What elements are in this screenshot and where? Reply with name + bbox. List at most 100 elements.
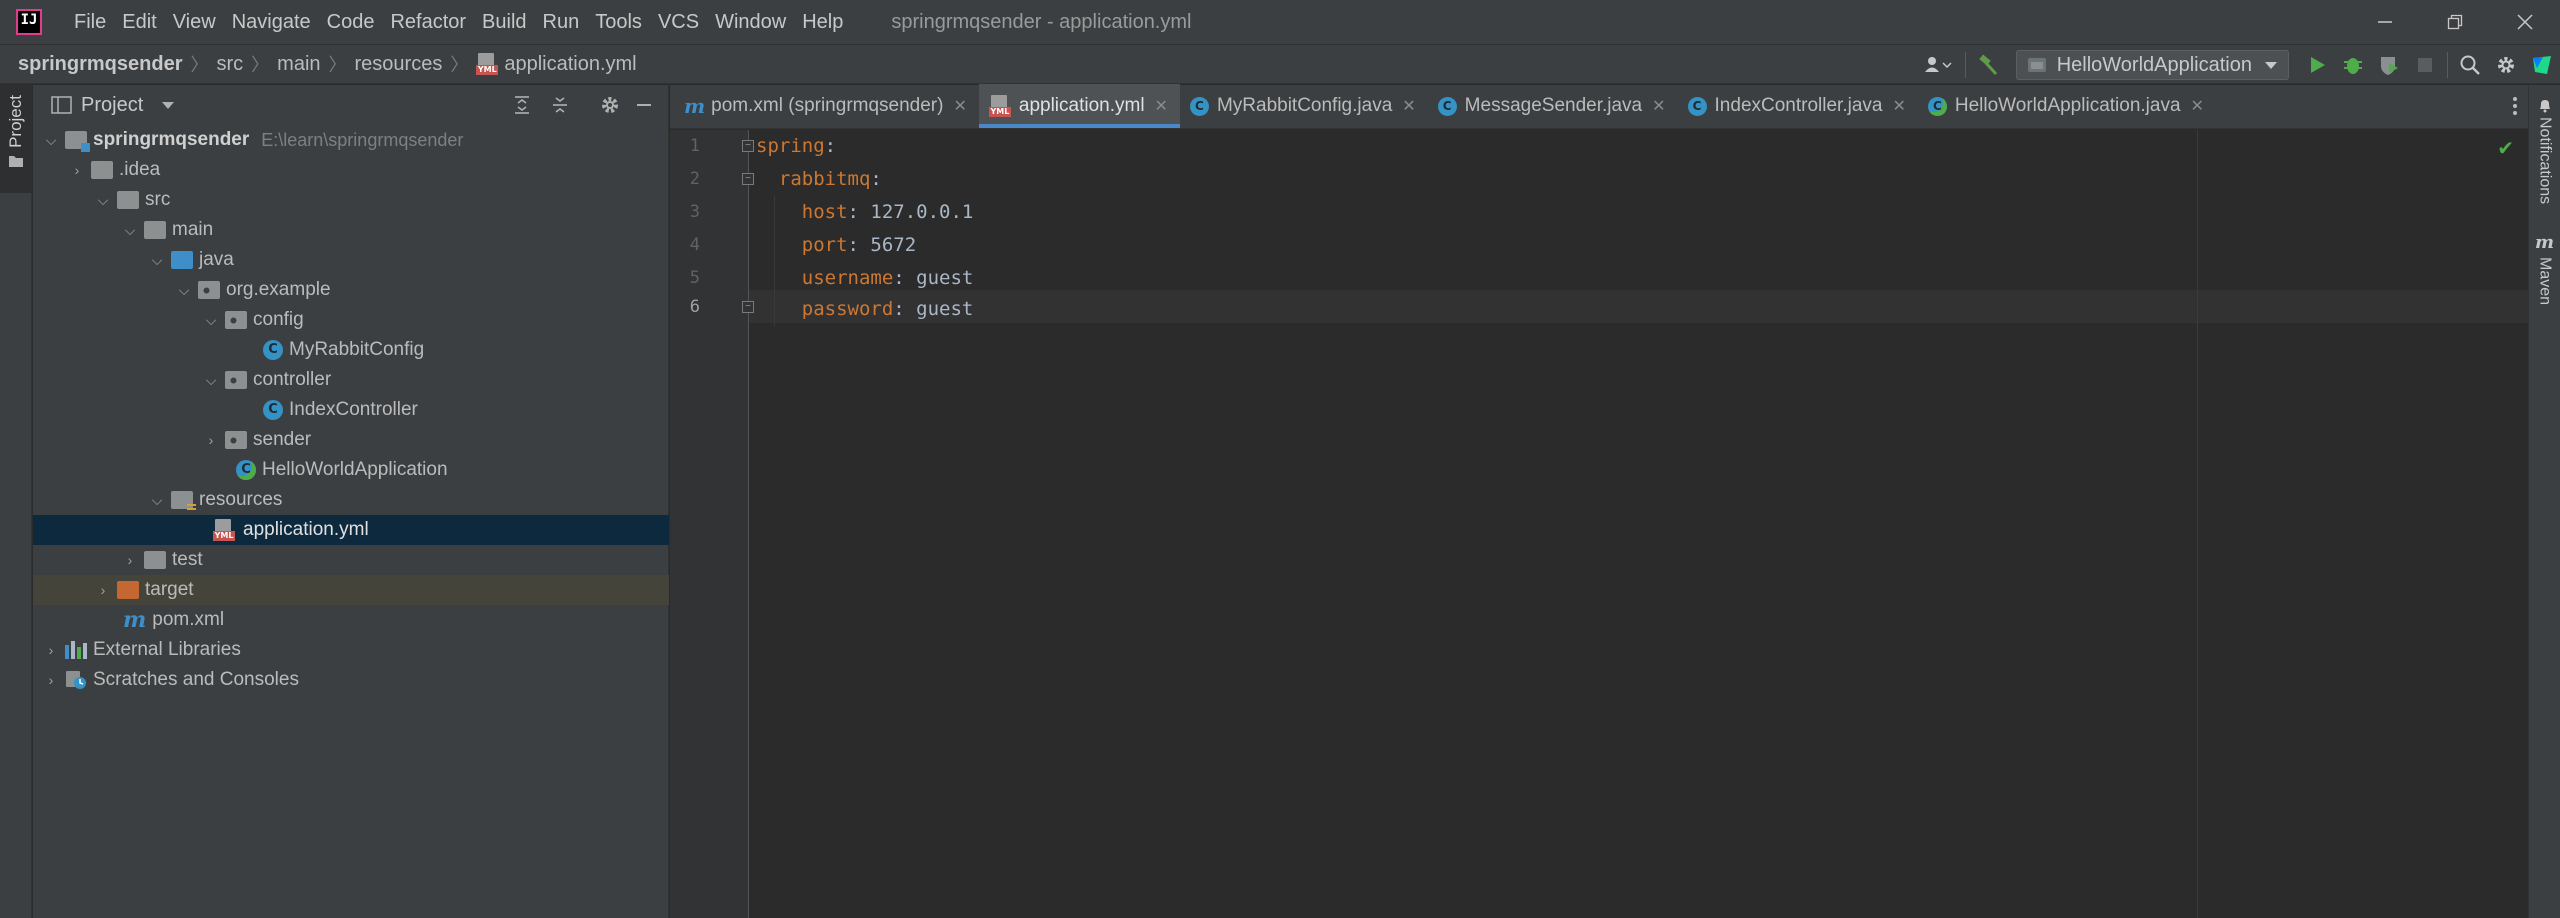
tree-item-sender[interactable]: › sender [33, 425, 669, 455]
breadcrumb-item-main[interactable]: main [277, 53, 320, 76]
run-with-coverage-button[interactable] [2371, 47, 2407, 83]
maven-tool-button[interactable]: m Maven [2535, 232, 2554, 305]
tree-item-controller[interactable]: ⌵ controller [33, 365, 669, 395]
close-icon[interactable]: ✕ [1402, 96, 1415, 116]
close-icon[interactable]: ✕ [953, 96, 966, 116]
project-panel-header: Project [33, 85, 668, 125]
account-button[interactable] [1915, 47, 1961, 83]
chevron-down-icon[interactable] [161, 100, 175, 110]
menu-run[interactable]: Run [535, 0, 588, 44]
tree-item-helloworldapplication[interactable]: C HelloWorldApplication [33, 455, 669, 485]
settings-button[interactable] [2488, 47, 2524, 83]
scratches-icon [66, 671, 86, 689]
stop-button[interactable] [2407, 47, 2443, 83]
tree-item-java[interactable]: ⌵ java [33, 245, 669, 275]
chevron-down-icon[interactable]: ⌵ [120, 222, 140, 239]
close-window-button[interactable] [2490, 0, 2560, 44]
fold-marker-icon[interactable]: − [742, 140, 754, 152]
tree-item-external-libraries[interactable]: › External Libraries [33, 635, 669, 665]
chevron-right-icon[interactable]: › [120, 552, 140, 568]
minimize-icon [637, 104, 651, 106]
tab-messagesender-java[interactable]: C MessageSender.java ✕ [1428, 84, 1678, 128]
fold-end-icon[interactable]: − [742, 301, 754, 313]
menu-help[interactable]: Help [794, 0, 851, 44]
chevron-right-icon[interactable]: › [201, 432, 221, 448]
run-config-icon [2027, 58, 2046, 72]
run-configuration-select[interactable]: HelloWorldApplication [2015, 50, 2289, 80]
close-icon[interactable]: ✕ [2191, 96, 2204, 116]
build-button[interactable] [1970, 47, 2006, 83]
tree-item-springrmqsender[interactable]: ⌵ springrmqsender E:\learn\springrmqsend… [33, 125, 669, 155]
jetbrains-toolbox-button[interactable] [2524, 47, 2560, 83]
menu-window[interactable]: Window [707, 0, 794, 44]
tree-item-target[interactable]: › target [33, 575, 669, 605]
restore-button[interactable] [2420, 0, 2490, 44]
chevron-right-icon[interactable]: › [93, 582, 113, 598]
menu-view[interactable]: View [165, 0, 224, 44]
chevron-down-icon[interactable]: ⌵ [147, 252, 167, 269]
tree-item-scratches[interactable]: › Scratches and Consoles [33, 665, 669, 695]
menu-tools[interactable]: Tools [587, 0, 650, 44]
notifications-tool-button[interactable]: Notifications [2536, 97, 2554, 204]
tab-indexcontroller-java[interactable]: C IndexController.java ✕ [1678, 84, 1918, 128]
menu-file[interactable]: File [66, 0, 114, 44]
tab-application-yml[interactable]: YML application.yml ✕ [978, 84, 1181, 128]
tree-item-src[interactable]: ⌵ src [33, 185, 669, 215]
chevron-right-icon[interactable]: › [67, 162, 87, 178]
hide-panel-button[interactable] [630, 91, 658, 119]
tree-item-test[interactable]: › test [33, 545, 669, 575]
expand-all-button[interactable] [508, 91, 536, 119]
tree-item-application-yml[interactable]: YML application.yml [33, 515, 669, 545]
breadcrumb-item-file[interactable]: application.yml [504, 53, 636, 76]
yaml-separator: : [893, 267, 917, 289]
menu-navigate[interactable]: Navigate [224, 0, 319, 44]
menu-code[interactable]: Code [319, 0, 383, 44]
chevron-down-icon[interactable]: ⌵ [201, 372, 221, 389]
main-toolbar: HelloWorldApplication [1915, 45, 2560, 85]
chevron-right-icon[interactable]: › [41, 672, 61, 688]
close-icon[interactable]: ✕ [1155, 96, 1168, 116]
chevron-down-icon[interactable]: ⌵ [41, 132, 61, 149]
more-tabs-button[interactable] [2512, 95, 2518, 123]
menu-build[interactable]: Build [474, 0, 534, 44]
project-tool-window-button[interactable]: Project [0, 85, 32, 193]
tab-helloworldapplication-java[interactable]: C HelloWorldApplication.java ✕ [1918, 84, 2216, 128]
chevron-down-icon[interactable]: ⌵ [147, 492, 167, 509]
breadcrumb-item-project[interactable]: springrmqsender [18, 53, 182, 76]
chevron-down-icon[interactable]: ⌵ [174, 282, 194, 299]
tab-myrabbitconfig-java[interactable]: C MyRabbitConfig.java ✕ [1180, 84, 1428, 128]
chevron-down-icon[interactable]: ⌵ [93, 192, 113, 209]
run-button[interactable] [2299, 47, 2335, 83]
tree-item-org-example[interactable]: ⌵ org.example [33, 275, 669, 305]
menu-refactor[interactable]: Refactor [382, 0, 474, 44]
line-number: 5 [689, 268, 700, 288]
collapse-all-button[interactable] [546, 91, 574, 119]
search-everywhere-button[interactable] [2452, 47, 2488, 83]
no-problems-check-icon[interactable]: ✔ [2497, 136, 2514, 161]
spring-class-icon: C [1927, 96, 1947, 116]
close-icon[interactable]: ✕ [1652, 96, 1665, 116]
minimize-button[interactable] [2350, 0, 2420, 44]
menu-edit[interactable]: Edit [114, 0, 164, 44]
tab-pom-xml[interactable]: m pom.xml (springrmqsender) ✕ [670, 84, 979, 128]
fold-marker-icon[interactable]: − [742, 173, 754, 185]
project-view-title[interactable]: Project [81, 94, 143, 117]
chevron-right-icon[interactable]: › [41, 642, 61, 658]
code-editor[interactable]: 1 2 3 4 5 6 − − − spring: rabbitmq: host… [670, 130, 2528, 918]
tree-item-config[interactable]: ⌵ config [33, 305, 669, 335]
tree-item-main[interactable]: ⌵ main [33, 215, 669, 245]
tree-item-indexcontroller[interactable]: C IndexController [33, 395, 669, 425]
project-options-button[interactable] [596, 91, 624, 119]
tree-item-pom-xml[interactable]: m pom.xml [33, 605, 669, 635]
tree-item-idea[interactable]: › .idea [33, 155, 669, 185]
close-icon[interactable]: ✕ [1892, 96, 1905, 116]
breadcrumb-item-src[interactable]: src [216, 53, 243, 76]
chevron-down-icon[interactable]: ⌵ [201, 312, 221, 329]
tree-item-myrabbitconfig[interactable]: C MyRabbitConfig [33, 335, 669, 365]
menu-vcs[interactable]: VCS [650, 0, 707, 44]
source-folder-icon [171, 251, 193, 269]
breadcrumb-item-resources[interactable]: resources [355, 53, 443, 76]
yaml-key: username [801, 267, 894, 289]
debug-button[interactable] [2335, 47, 2371, 83]
tree-item-resources[interactable]: ⌵ resources [33, 485, 669, 515]
